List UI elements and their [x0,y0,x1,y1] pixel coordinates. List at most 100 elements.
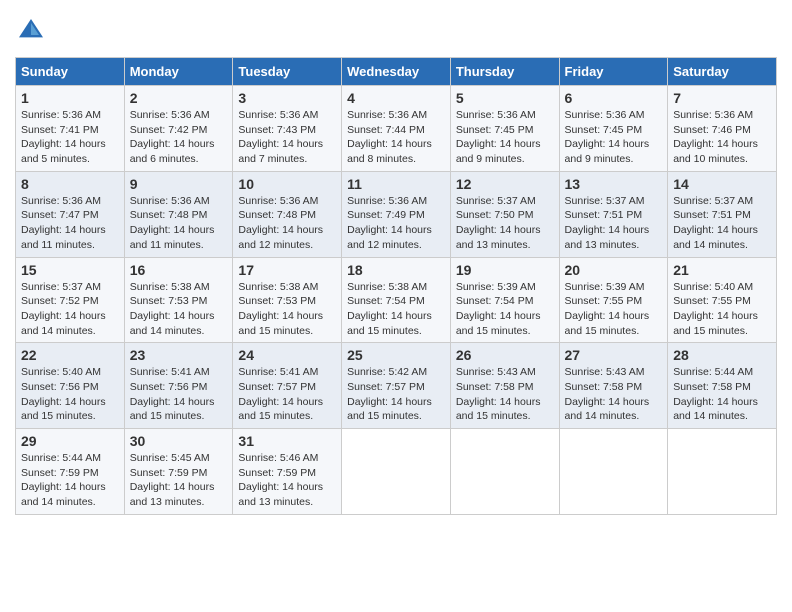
calendar-cell: 9 Sunrise: 5:36 AMSunset: 7:48 PMDayligh… [124,171,233,257]
day-info: Sunrise: 5:37 AMSunset: 7:51 PMDaylight:… [565,194,663,253]
calendar-cell: 23 Sunrise: 5:41 AMSunset: 7:56 PMDaylig… [124,343,233,429]
day-number: 15 [21,262,119,278]
calendar-table: SundayMondayTuesdayWednesdayThursdayFrid… [15,57,777,515]
calendar-cell: 13 Sunrise: 5:37 AMSunset: 7:51 PMDaylig… [559,171,668,257]
calendar-cell: 31 Sunrise: 5:46 AMSunset: 7:59 PMDaylig… [233,429,342,515]
calendar-cell: 28 Sunrise: 5:44 AMSunset: 7:58 PMDaylig… [668,343,777,429]
day-number: 23 [130,347,228,363]
calendar-cell: 16 Sunrise: 5:38 AMSunset: 7:53 PMDaylig… [124,257,233,343]
day-number: 5 [456,90,554,106]
day-info: Sunrise: 5:37 AMSunset: 7:51 PMDaylight:… [673,194,771,253]
day-info: Sunrise: 5:40 AMSunset: 7:56 PMDaylight:… [21,365,119,424]
day-number: 6 [565,90,663,106]
day-info: Sunrise: 5:39 AMSunset: 7:54 PMDaylight:… [456,280,554,339]
day-info: Sunrise: 5:36 AMSunset: 7:45 PMDaylight:… [565,108,663,167]
calendar-cell: 12 Sunrise: 5:37 AMSunset: 7:50 PMDaylig… [450,171,559,257]
day-info: Sunrise: 5:44 AMSunset: 7:59 PMDaylight:… [21,451,119,510]
calendar-cell: 5 Sunrise: 5:36 AMSunset: 7:45 PMDayligh… [450,86,559,172]
calendar-cell: 27 Sunrise: 5:43 AMSunset: 7:58 PMDaylig… [559,343,668,429]
day-info: Sunrise: 5:44 AMSunset: 7:58 PMDaylight:… [673,365,771,424]
weekday-header: Thursday [450,58,559,86]
calendar-cell: 30 Sunrise: 5:45 AMSunset: 7:59 PMDaylig… [124,429,233,515]
day-number: 9 [130,176,228,192]
day-info: Sunrise: 5:41 AMSunset: 7:56 PMDaylight:… [130,365,228,424]
day-number: 14 [673,176,771,192]
calendar-cell: 20 Sunrise: 5:39 AMSunset: 7:55 PMDaylig… [559,257,668,343]
calendar-cell: 25 Sunrise: 5:42 AMSunset: 7:57 PMDaylig… [342,343,451,429]
calendar-cell: 19 Sunrise: 5:39 AMSunset: 7:54 PMDaylig… [450,257,559,343]
day-info: Sunrise: 5:36 AMSunset: 7:49 PMDaylight:… [347,194,445,253]
day-number: 31 [238,433,336,449]
day-info: Sunrise: 5:36 AMSunset: 7:44 PMDaylight:… [347,108,445,167]
day-number: 30 [130,433,228,449]
header [15,15,777,47]
calendar-cell [559,429,668,515]
calendar-cell: 17 Sunrise: 5:38 AMSunset: 7:53 PMDaylig… [233,257,342,343]
calendar-cell: 26 Sunrise: 5:43 AMSunset: 7:58 PMDaylig… [450,343,559,429]
day-info: Sunrise: 5:46 AMSunset: 7:59 PMDaylight:… [238,451,336,510]
weekday-header: Sunday [16,58,125,86]
day-number: 21 [673,262,771,278]
day-info: Sunrise: 5:36 AMSunset: 7:42 PMDaylight:… [130,108,228,167]
calendar-cell: 11 Sunrise: 5:36 AMSunset: 7:49 PMDaylig… [342,171,451,257]
calendar-cell: 10 Sunrise: 5:36 AMSunset: 7:48 PMDaylig… [233,171,342,257]
day-number: 10 [238,176,336,192]
calendar-cell: 6 Sunrise: 5:36 AMSunset: 7:45 PMDayligh… [559,86,668,172]
day-number: 13 [565,176,663,192]
calendar-cell: 4 Sunrise: 5:36 AMSunset: 7:44 PMDayligh… [342,86,451,172]
day-number: 11 [347,176,445,192]
calendar-cell: 7 Sunrise: 5:36 AMSunset: 7:46 PMDayligh… [668,86,777,172]
day-number: 28 [673,347,771,363]
day-info: Sunrise: 5:39 AMSunset: 7:55 PMDaylight:… [565,280,663,339]
day-number: 27 [565,347,663,363]
calendar-week-row: 8 Sunrise: 5:36 AMSunset: 7:47 PMDayligh… [16,171,777,257]
weekday-header-row: SundayMondayTuesdayWednesdayThursdayFrid… [16,58,777,86]
logo [15,15,51,47]
day-number: 12 [456,176,554,192]
calendar-week-row: 15 Sunrise: 5:37 AMSunset: 7:52 PMDaylig… [16,257,777,343]
day-info: Sunrise: 5:37 AMSunset: 7:50 PMDaylight:… [456,194,554,253]
calendar-week-row: 29 Sunrise: 5:44 AMSunset: 7:59 PMDaylig… [16,429,777,515]
weekday-header: Tuesday [233,58,342,86]
calendar-cell: 24 Sunrise: 5:41 AMSunset: 7:57 PMDaylig… [233,343,342,429]
calendar-week-row: 1 Sunrise: 5:36 AMSunset: 7:41 PMDayligh… [16,86,777,172]
day-number: 17 [238,262,336,278]
day-info: Sunrise: 5:41 AMSunset: 7:57 PMDaylight:… [238,365,336,424]
day-info: Sunrise: 5:38 AMSunset: 7:53 PMDaylight:… [130,280,228,339]
day-info: Sunrise: 5:40 AMSunset: 7:55 PMDaylight:… [673,280,771,339]
calendar-cell: 14 Sunrise: 5:37 AMSunset: 7:51 PMDaylig… [668,171,777,257]
day-number: 4 [347,90,445,106]
calendar-cell [450,429,559,515]
day-number: 20 [565,262,663,278]
day-info: Sunrise: 5:45 AMSunset: 7:59 PMDaylight:… [130,451,228,510]
day-number: 8 [21,176,119,192]
day-number: 2 [130,90,228,106]
day-info: Sunrise: 5:43 AMSunset: 7:58 PMDaylight:… [565,365,663,424]
day-info: Sunrise: 5:38 AMSunset: 7:54 PMDaylight:… [347,280,445,339]
day-number: 25 [347,347,445,363]
day-info: Sunrise: 5:36 AMSunset: 7:46 PMDaylight:… [673,108,771,167]
calendar-cell: 1 Sunrise: 5:36 AMSunset: 7:41 PMDayligh… [16,86,125,172]
day-number: 16 [130,262,228,278]
calendar-cell [668,429,777,515]
calendar-cell: 21 Sunrise: 5:40 AMSunset: 7:55 PMDaylig… [668,257,777,343]
day-number: 7 [673,90,771,106]
day-number: 18 [347,262,445,278]
calendar-week-row: 22 Sunrise: 5:40 AMSunset: 7:56 PMDaylig… [16,343,777,429]
day-info: Sunrise: 5:37 AMSunset: 7:52 PMDaylight:… [21,280,119,339]
calendar-cell [342,429,451,515]
day-info: Sunrise: 5:36 AMSunset: 7:47 PMDaylight:… [21,194,119,253]
day-info: Sunrise: 5:36 AMSunset: 7:45 PMDaylight:… [456,108,554,167]
day-number: 22 [21,347,119,363]
day-info: Sunrise: 5:36 AMSunset: 7:48 PMDaylight:… [238,194,336,253]
logo-icon [15,15,47,47]
day-info: Sunrise: 5:36 AMSunset: 7:43 PMDaylight:… [238,108,336,167]
weekday-header: Friday [559,58,668,86]
day-number: 1 [21,90,119,106]
day-number: 24 [238,347,336,363]
calendar-cell: 2 Sunrise: 5:36 AMSunset: 7:42 PMDayligh… [124,86,233,172]
day-info: Sunrise: 5:42 AMSunset: 7:57 PMDaylight:… [347,365,445,424]
calendar-cell: 3 Sunrise: 5:36 AMSunset: 7:43 PMDayligh… [233,86,342,172]
calendar-cell: 15 Sunrise: 5:37 AMSunset: 7:52 PMDaylig… [16,257,125,343]
day-info: Sunrise: 5:36 AMSunset: 7:41 PMDaylight:… [21,108,119,167]
